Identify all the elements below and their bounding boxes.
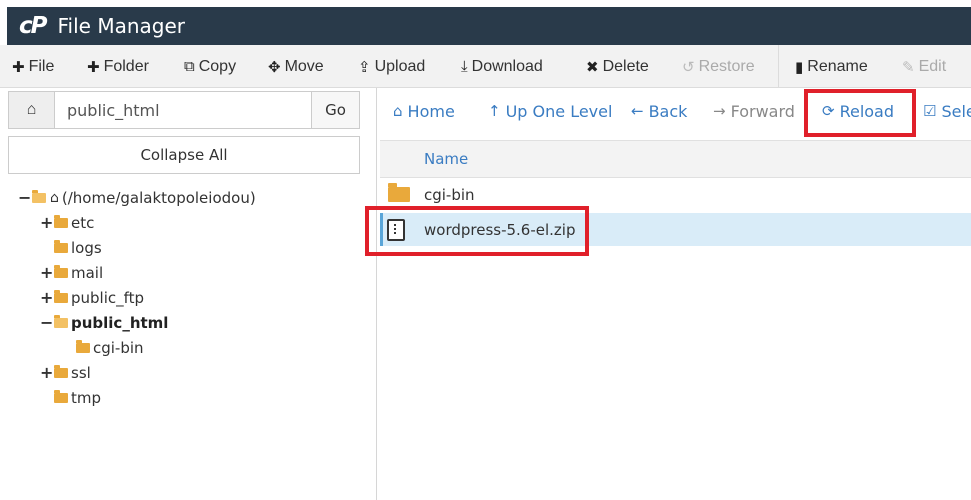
tree-item-ssl[interactable]: + ssl [40,360,91,385]
upload-icon: ⇪ [358,58,371,76]
home-button[interactable]: ⌂ Home [393,88,455,134]
tree-item-public-ftp[interactable]: + public_ftp [40,285,144,310]
tree-item-label: public_ftp [71,288,145,307]
tree-item-label: logs [71,238,102,257]
edit-button[interactable]: ✎ Edit [902,45,946,88]
back-button[interactable]: ← Back [631,88,687,134]
restore-button[interactable]: ↺ Restore [682,45,755,88]
title-bar: cP File Manager [7,7,971,45]
level-up-icon: ↑ [488,102,501,120]
folder-open-icon [54,314,68,328]
rename-label: Rename [807,57,868,75]
folder-icon [388,183,410,202]
tree-root-label: (/home/galaktopoleiodou) [61,188,256,207]
folder-icon [54,289,68,303]
home-label: Home [407,101,455,121]
expand-toggle[interactable]: + [40,288,53,307]
tree-item-logs[interactable]: logs [54,235,102,260]
reload-highlight-box [804,89,916,137]
tree-item-mail[interactable]: + mail [40,260,103,285]
expand-toggle[interactable]: + [40,363,53,382]
move-icon: ✥ [268,58,281,76]
cpanel-logo: cP [19,13,47,39]
path-input[interactable] [55,92,311,128]
forward-button[interactable]: → Forward [713,88,795,134]
copy-label: Copy [198,57,237,75]
tree-item-label: public_html [71,313,169,332]
folder-icon [54,214,68,228]
forward-label: Forward [730,101,795,121]
home-icon: ⌂ [26,101,37,118]
toolbar: ✚ File ✚ Folder ⧉ Copy ✥ Move ⇪ Upload ⤓ Downl… [0,45,971,88]
home-icon: ⌂ [393,102,403,120]
folder-icon [54,264,68,278]
tree-item-cgi-bin[interactable]: cgi-bin [76,335,144,360]
plus-icon: ✚ [12,58,25,76]
pencil-icon: ✎ [902,58,915,76]
new-file-button[interactable]: ✚ File [12,45,54,88]
toolbar-divider [778,45,779,88]
zip-file-highlight-box [365,206,589,256]
tree-item-tmp[interactable]: tmp [54,385,101,410]
file-icon: ▮ [795,58,804,76]
arrow-left-icon: ← [631,102,644,120]
move-label: Move [284,57,324,75]
folder-open-icon [32,189,46,203]
folder-icon [54,389,68,403]
copy-icon: ⧉ [184,58,195,75]
delete-button[interactable]: ✖ Delete [586,45,649,88]
tree-item-etc[interactable]: + etc [40,210,94,235]
move-button[interactable]: ✥ Move [268,45,324,88]
tree-item-label: ssl [71,363,91,382]
download-icon: ⤓ [461,58,468,75]
delete-icon: ✖ [586,58,599,76]
select-all-button[interactable]: ☑ Sele [923,88,971,134]
collapse-toggle[interactable]: − [40,313,53,332]
collapse-all-button[interactable]: Collapse All [8,136,360,174]
tree-root[interactable]: − ⌂ (/home/galaktopoleiodou) [18,185,256,210]
tree-item-public-html[interactable]: − public_html [40,310,168,335]
up-one-level-label: Up One Level [505,101,613,121]
tree-item-label: mail [71,263,104,282]
panel-divider [376,88,377,500]
plus-icon: ✚ [87,58,100,76]
home-icon: ⌂ [50,189,59,206]
download-button[interactable]: ⤓ Download [461,45,543,88]
folder-icon [54,364,68,378]
restore-label: Restore [698,57,755,75]
download-label: Download [471,57,543,75]
path-home-button[interactable]: ⌂ [9,92,55,128]
tree-item-label: etc [71,213,95,232]
rename-button[interactable]: ▮ Rename [795,45,868,88]
folder-icon [54,239,68,253]
path-bar: ⌂ Go [8,91,360,129]
expand-toggle[interactable]: + [40,213,53,232]
file-name: cgi-bin [424,185,475,204]
tree-item-label: cgi-bin [93,338,144,357]
copy-button[interactable]: ⧉ Copy [184,45,236,88]
checkbox-icon: ☑ [923,102,937,120]
folder-icon [76,339,90,353]
edit-label: Edit [918,57,947,75]
new-folder-button[interactable]: ✚ Folder [87,45,149,88]
file-list-header: Name [380,140,971,178]
expand-toggle[interactable]: + [40,263,53,282]
name-column-header[interactable]: Name [424,150,468,168]
new-file-label: File [28,57,55,75]
delete-label: Delete [602,57,649,75]
upload-label: Upload [374,57,426,75]
go-button[interactable]: Go [311,92,359,128]
tree-item-label: tmp [71,388,102,407]
up-one-level-button[interactable]: ↑ Up One Level [488,88,612,134]
restore-icon: ↺ [682,58,695,76]
back-label: Back [648,101,688,121]
new-folder-label: Folder [103,57,149,75]
select-all-label: Sele [941,101,971,121]
upload-button[interactable]: ⇪ Upload [358,45,425,88]
app-title: File Manager [57,14,186,38]
arrow-right-icon: → [713,102,726,120]
collapse-toggle[interactable]: − [18,188,31,207]
